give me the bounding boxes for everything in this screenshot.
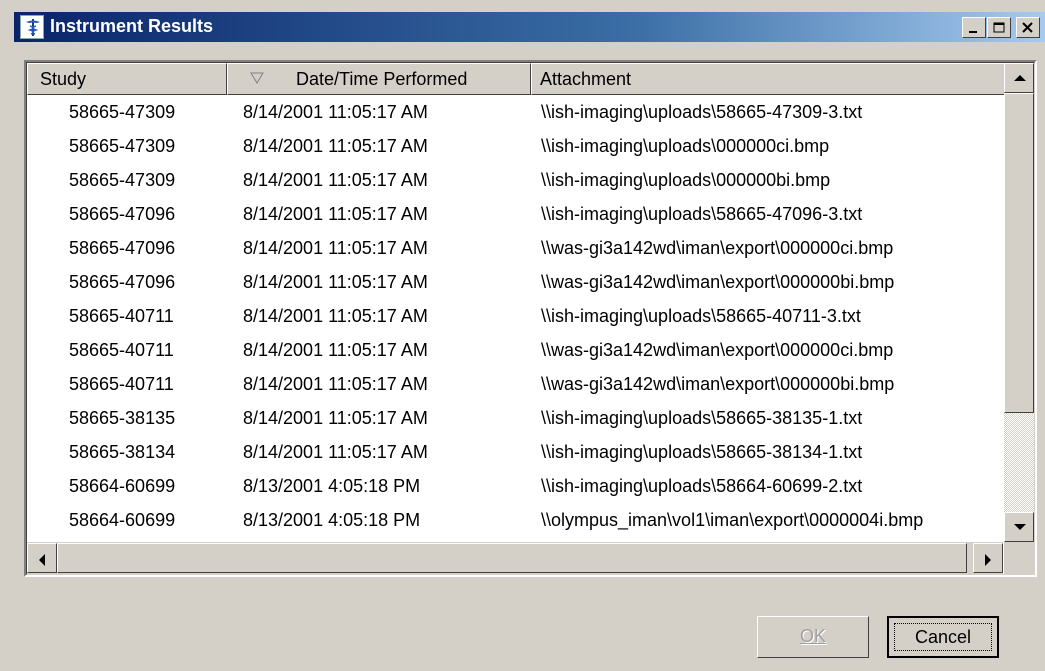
cell-study: 58665-40711 [69,306,174,326]
title-bar[interactable]: Instrument Results [14,12,1045,42]
column-header-attachment-label: Attachment [540,69,632,89]
table-row[interactable]: 58665-40711 8/14/2001 11:05:17 AM \\ish-im… [27,299,1003,333]
ok-button-label: OK [799,626,826,646]
cell-attachment: \\was-gi3a142wd\iman\export\000000bi.bmp [541,272,895,292]
cell-date-performed: 8/14/2001 11:05:17 AM [243,306,428,326]
scroll-up-button[interactable] [1004,63,1034,93]
column-header-date-label: Date/Time Performed [296,69,468,89]
cell-date-performed: 8/14/2001 11:05:17 AM [243,102,428,122]
table-row[interactable]: 58664-60699 8/13/2001 4:05:18 PM \\olympus… [27,503,1003,537]
arrow-up-icon [1014,75,1026,81]
column-header-study-label: Study [40,69,87,89]
cancel-button-label: Cancel [914,627,972,647]
table-row[interactable]: 58665-40711 8/14/2001 11:05:17 AM \\was-gi… [27,333,1003,367]
cell-study: 58665-47096 [69,272,176,292]
table-row[interactable]: 58665-47096 8/14/2001 11:05:17 AM \\ish-im… [27,197,1003,231]
vertical-scrollbar[interactable] [1004,63,1034,542]
results-list[interactable]: Study Date/Time Performed Attachment 586… [24,60,1037,577]
table-row[interactable]: 58665-47309 8/14/2001 11:05:17 AM \\ish-im… [27,129,1003,163]
scroll-left-button[interactable] [27,543,57,573]
cell-date-performed: 8/14/2001 11:05:17 AM [243,238,428,258]
column-header-attachment[interactable]: Attachment [531,63,1007,95]
column-header: Study Date/Time Performed Attachment [27,63,1007,95]
cell-date-performed: 8/14/2001 11:05:17 AM [243,204,428,224]
scroll-right-button[interactable] [973,543,1003,573]
cell-study: 58665-47309 [69,102,176,122]
cell-attachment: \\ish-imaging\uploads\58665-47096-3.txt [541,204,863,224]
cell-attachment: \\ish-imaging\uploads\58664-60699-2.txt [541,476,863,496]
cell-attachment: \\ish-imaging\uploads\58665-38134-1.txt [541,442,863,462]
cell-study: 58665-38134 [69,442,176,462]
cancel-button[interactable]: Cancel [887,616,999,658]
cell-date-performed: 8/14/2001 11:05:17 AM [243,136,428,156]
table-row[interactable]: 58665-47096 8/14/2001 11:05:17 AM \\was-gi… [27,231,1003,265]
cell-attachment: \\ish-imaging\uploads\000000bi.bmp [541,170,831,190]
cell-study: 58665-40711 [69,374,174,394]
horizontal-scrollbar[interactable] [27,542,1003,574]
ok-button[interactable]: OK [757,616,869,658]
scrollbar-corner [1004,542,1034,574]
cell-attachment: \\ish-imaging\uploads\000000ci.bmp [541,136,830,156]
cell-attachment: \\ish-imaging\uploads\58665-47309-3.txt [541,102,863,122]
cell-study: 58664-60699 [69,510,176,530]
close-button[interactable] [1016,17,1040,38]
horizontal-scroll-thumb[interactable] [57,543,967,573]
cell-date-performed: 8/14/2001 11:05:17 AM [243,374,428,394]
cell-study: 58665-40711 [69,340,174,360]
sort-descending-icon [250,72,264,84]
cell-date-performed: 8/14/2001 11:05:17 AM [243,442,428,462]
cell-attachment: \\was-gi3a142wd\iman\export\000000ci.bmp [541,340,894,360]
table-row[interactable]: 58665-38134 8/14/2001 11:05:17 AM \\ish-im… [27,435,1003,469]
close-icon [1022,22,1033,33]
table-row[interactable]: 58665-38135 8/14/2001 11:05:17 AM \\ish-im… [27,401,1003,435]
cell-date-performed: 8/14/2001 11:05:17 AM [243,170,428,190]
cell-study: 58665-47309 [69,136,176,156]
column-header-date-performed[interactable]: Date/Time Performed [227,63,531,95]
caduceus-icon [20,15,44,39]
arrow-right-icon [985,554,991,566]
cell-study: 58665-38135 [69,408,176,428]
vertical-scroll-thumb[interactable] [1004,93,1034,413]
cell-study: 58664-60699 [69,476,176,496]
cell-attachment: \\ish-imaging\uploads\58665-40711-3.txt [541,306,861,326]
table-row[interactable]: 58665-47309 8/14/2001 11:05:17 AM \\ish-im… [27,163,1003,197]
cell-date-performed: 8/13/2001 4:05:18 PM [243,476,421,496]
minimize-button[interactable] [962,17,986,38]
table-row[interactable]: 58664-60699 8/13/2001 4:05:18 PM \\ish-ima… [27,469,1003,503]
table-row[interactable]: 58665-47309 8/14/2001 11:05:17 AM \\ish-im… [27,95,1003,129]
window-title: Instrument Results [50,16,214,36]
table-body: 58665-47309 8/14/2001 11:05:17 AM \\ish-im… [27,95,1003,541]
column-header-study[interactable]: Study [27,63,227,95]
scroll-down-button[interactable] [1004,512,1034,542]
cell-attachment: \\ish-imaging\uploads\58665-38135-1.txt [541,408,863,428]
maximize-button[interactable] [987,17,1011,38]
table-row[interactable]: 58665-47096 8/14/2001 11:05:17 AM \\was-gi… [27,265,1003,299]
cell-date-performed: 8/14/2001 11:05:17 AM [243,272,428,292]
results-list-inner: Study Date/Time Performed Attachment 586… [26,62,1035,575]
cell-attachment: \\was-gi3a142wd\iman\export\000000bi.bmp [541,374,895,394]
cell-attachment: \\olympus_iman\vol1\iman\export\0000004i… [541,510,924,530]
cell-study: 58665-47096 [69,238,176,258]
table-row[interactable]: 58665-40711 8/14/2001 11:05:17 AM \\was-gi… [27,367,1003,401]
cell-study: 58665-47309 [69,170,176,190]
cell-date-performed: 8/14/2001 11:05:17 AM [243,340,428,360]
maximize-icon [993,22,1005,33]
minimize-icon [969,31,977,33]
cell-date-performed: 8/13/2001 4:05:18 PM [243,510,421,530]
cell-date-performed: 8/14/2001 11:05:17 AM [243,408,428,428]
cell-study: 58665-47096 [69,204,176,224]
cell-attachment: \\was-gi3a142wd\iman\export\000000ci.bmp [541,238,894,258]
arrow-left-icon [39,554,45,566]
arrow-down-icon [1014,524,1026,530]
